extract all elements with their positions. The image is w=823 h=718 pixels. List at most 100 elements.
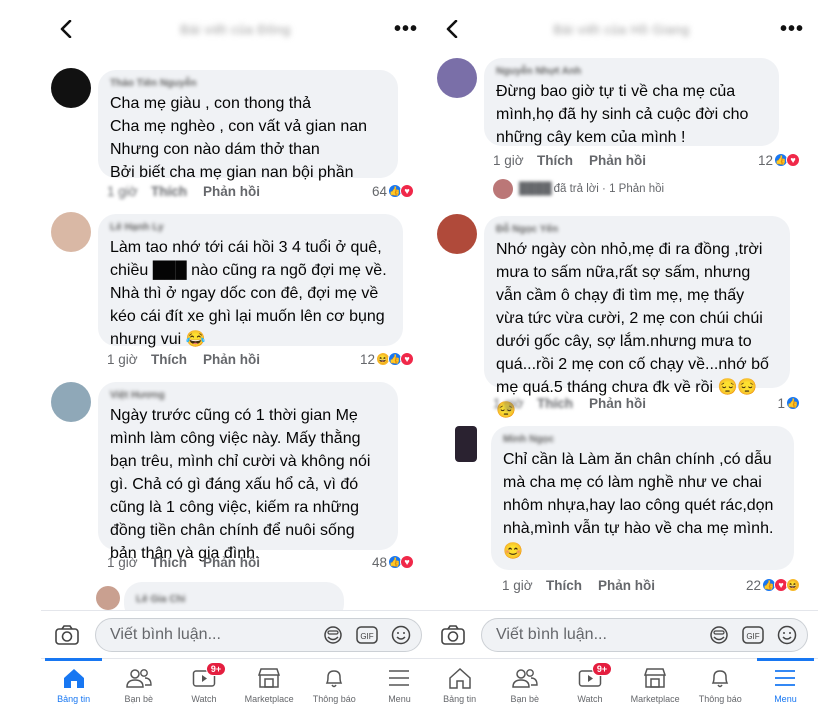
menu-icon — [385, 665, 413, 691]
bell-icon — [706, 665, 734, 691]
avatar[interactable] — [437, 58, 477, 98]
tab-label: Menu — [774, 694, 797, 704]
avatar[interactable] — [437, 214, 477, 254]
reaction-count: 22 — [745, 577, 761, 593]
left-screenshot: Bài viết của Đông ••• Thảo Tiên Nguyễn C… — [41, 0, 432, 718]
tab-watch[interactable]: 9+ Watch — [557, 659, 622, 718]
comment-input[interactable]: Viết bình luận... GIF — [95, 617, 422, 652]
tab-notifications[interactable]: Thông báo — [302, 659, 367, 718]
tab-label: Marketplace — [244, 694, 294, 704]
tab-news-feed[interactable]: Bảng tin — [41, 658, 106, 718]
reply-button[interactable]: Phản hồi — [589, 153, 646, 168]
back-arrow-icon[interactable] — [441, 18, 463, 40]
watch-icon: 9+ — [190, 662, 227, 691]
like-button[interactable]: Thích — [537, 396, 589, 411]
tab-marketplace[interactable]: Marketplace — [623, 659, 688, 718]
emoji-icon[interactable] — [775, 623, 799, 647]
tab-label: Bảng tin — [57, 694, 91, 704]
avatar[interactable] — [51, 68, 91, 108]
tab-notifications[interactable]: Thông báo — [688, 659, 753, 718]
comment-text: Chỉ cần là Làm ăn chân chính ,có dẫu mà … — [503, 451, 774, 560]
gif-icon[interactable]: GIF — [355, 623, 379, 647]
tab-friends[interactable]: Bạn bè — [106, 659, 171, 718]
reply-button[interactable]: Phản hồi — [203, 184, 260, 199]
tab-marketplace[interactable]: Marketplace — [237, 659, 302, 718]
camera-icon[interactable] — [437, 621, 469, 649]
tab-label: Marketplace — [630, 694, 680, 704]
tab-label: Menu — [388, 694, 411, 704]
marketplace-icon — [255, 665, 283, 691]
reaction-summary[interactable]: 22 👍 ♥ 😆 — [746, 576, 800, 594]
avatar[interactable] — [51, 382, 91, 422]
like-button[interactable]: Thích — [537, 153, 589, 168]
comment-time: 1 giờ — [107, 183, 138, 199]
comment-input[interactable]: Viết bình luận... GIF — [481, 617, 808, 652]
menu-icon — [771, 665, 799, 691]
like-button[interactable]: Thích — [151, 184, 203, 199]
reaction-summary[interactable]: 1 👍 — [777, 394, 800, 412]
more-options-icon[interactable]: ••• — [394, 19, 418, 39]
svg-text:GIF: GIF — [746, 632, 759, 641]
tab-watch[interactable]: 9+ Watch — [171, 659, 236, 718]
avatar[interactable] — [455, 426, 477, 462]
post-header-title: Bài viết của Hồ Giang — [553, 21, 690, 37]
comment-author[interactable]: Lê Hạnh Ly — [110, 222, 389, 233]
like-button[interactable]: Thích — [151, 555, 203, 570]
comment-author[interactable]: Minh Ngọc — [503, 434, 780, 445]
reply-button[interactable]: Phản hồi — [598, 578, 655, 593]
comments-list: Nguyễn Nhựt Anh Đừng bao giờ tự ti về ch… — [427, 58, 818, 623]
reply-button[interactable]: Phản hồi — [203, 555, 260, 570]
comment-input-placeholder: Viết bình luận... — [496, 625, 607, 643]
like-button[interactable]: Thích — [151, 352, 203, 367]
comment-actions: 1 giờ Thích Phản hồi — [493, 151, 646, 169]
comment-text: Đừng bao giờ tự ti về cha mẹ của mình,họ… — [496, 83, 749, 146]
tab-news-feed[interactable]: Bảng tin — [427, 659, 492, 718]
camera-icon[interactable] — [51, 621, 83, 649]
tab-label: Bạn bè — [124, 694, 154, 704]
comment-author[interactable]: Đỗ Ngọc Yến — [496, 224, 776, 235]
gif-icon[interactable]: GIF — [741, 623, 765, 647]
comment-bubble: Thảo Tiên Nguyễn Cha mẹ giàu , con thong… — [98, 70, 398, 181]
avatar[interactable] — [96, 586, 120, 610]
back-arrow-icon[interactable] — [55, 18, 77, 40]
reaction-count: 1 — [777, 395, 785, 411]
replies-label: đã trả lời · 1 Phản hồi — [553, 183, 665, 195]
comment-time: 1 giờ — [107, 554, 138, 570]
avatar-sticker-icon[interactable] — [707, 623, 731, 647]
comment-author[interactable]: Việt Hương — [110, 390, 384, 401]
love-reaction-icon: ♥ — [400, 555, 414, 569]
comment-author[interactable]: Thảo Tiên Nguyễn — [110, 78, 384, 89]
like-reaction-icon: 👍 — [786, 396, 800, 410]
reaction-summary[interactable]: 64 👍 ♥ — [372, 182, 414, 200]
comment-author[interactable]: Nguyễn Nhựt Anh — [496, 66, 765, 77]
tab-label: Watch — [191, 694, 217, 704]
watch-icon: 9+ — [576, 662, 613, 691]
reaction-summary[interactable]: 48 👍 ♥ — [372, 553, 414, 571]
tab-menu[interactable]: Menu — [753, 658, 818, 718]
avatar-sticker-icon[interactable] — [321, 623, 345, 647]
tab-label: Bảng tin — [443, 694, 477, 704]
tab-friends[interactable]: Bạn bè — [492, 659, 557, 718]
svg-text:GIF: GIF — [360, 632, 373, 641]
bell-icon — [320, 665, 348, 691]
comment-time: 1 giờ — [493, 152, 524, 168]
love-reaction-icon: ♥ — [400, 184, 414, 198]
avatar[interactable] — [51, 212, 91, 252]
reaction-summary[interactable]: 12 👍 ♥ — [758, 151, 800, 169]
comment-text: Ngày trước cũng có 1 thời gian Mẹ mình l… — [110, 407, 371, 562]
more-options-icon[interactable]: ••• — [780, 19, 804, 39]
avatar — [493, 179, 513, 199]
view-replies-link[interactable]: ████ đã trả lời · 1 Phản hồi — [493, 179, 664, 199]
like-button[interactable]: Thích — [546, 578, 598, 593]
tab-menu[interactable]: Menu — [367, 659, 432, 718]
reply-button[interactable]: Phản hồi — [589, 396, 646, 411]
reaction-summary[interactable]: 12 😆 👍 ♥ — [360, 350, 414, 368]
bottom-tab-bar: Bảng tin Bạn bè 9+ Watch Marketplace Thô… — [41, 658, 432, 718]
emoji-icon[interactable] — [389, 623, 413, 647]
reply-button[interactable]: Phản hồi — [203, 352, 260, 367]
comment-author[interactable]: Lê Gia Chi — [136, 594, 330, 605]
comment-actions: 1 giờ Thích Phản hồi — [493, 394, 646, 412]
reaction-count: 64 — [371, 183, 387, 199]
watch-badge: 9+ — [591, 662, 613, 676]
comment-bubble: Minh Ngọc Chỉ cần là Làm ăn chân chính ,… — [491, 426, 794, 570]
